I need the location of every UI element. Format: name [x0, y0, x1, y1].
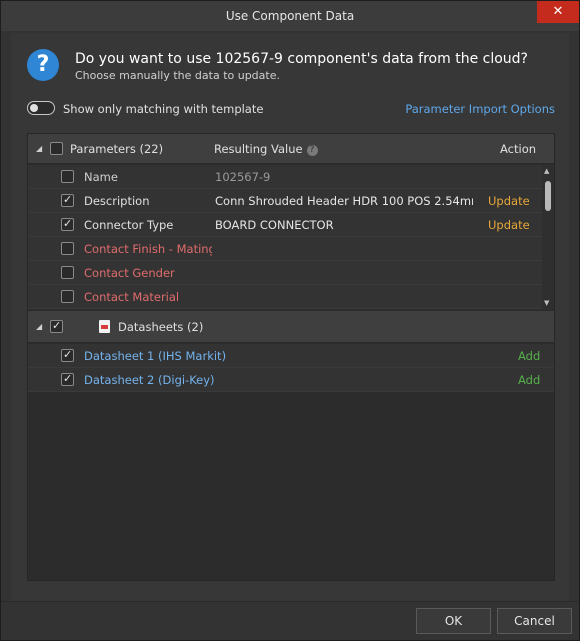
toggle-label: Show only matching with template	[63, 102, 264, 116]
parameters-group-label: Parameters (22)	[70, 142, 164, 156]
parameters-header: ◢ Parameters (22) Resulting Value? Actio…	[28, 134, 554, 164]
datasheet-checkbox[interactable]	[61, 348, 74, 362]
parameters-select-all-checkbox[interactable]	[50, 142, 63, 155]
parameter-checkbox[interactable]	[61, 217, 74, 231]
close-button[interactable]: ✕	[537, 1, 579, 23]
parameter-row[interactable]: Contact Finish - Mating	[28, 237, 542, 261]
datasheet-row[interactable]: Datasheet 1 (IHS Markit) Add	[28, 344, 554, 368]
collapse-triangle-icon[interactable]: ◢	[36, 322, 42, 331]
parameter-name: Description	[84, 194, 150, 208]
parameter-row[interactable]: Name 102567-9	[28, 165, 542, 189]
parameter-checkbox[interactable]	[61, 170, 74, 183]
toggle-knob	[30, 104, 38, 112]
parameter-checkbox[interactable]	[61, 193, 74, 207]
scroll-down-icon[interactable]: ▼	[544, 299, 549, 307]
parameter-name: Contact Material	[84, 290, 180, 304]
matching-template-toggle[interactable]	[27, 101, 55, 115]
parameter-list: Name 102567-9 Description Conn Shrouded Hea…	[28, 165, 554, 309]
component-data-panel: ◢ Parameters (22) Resulting Value? Actio…	[27, 133, 555, 581]
datasheets-header: ◢ Datasheets (2)	[28, 311, 554, 343]
datasheet-checkbox[interactable]	[61, 372, 74, 386]
help-icon[interactable]: ?	[306, 145, 318, 156]
parameter-import-options-link[interactable]: Parameter Import Options	[405, 102, 555, 116]
collapse-triangle-icon[interactable]: ◢	[36, 144, 42, 153]
title-bar[interactable]: Use Component Data ✕	[1, 1, 579, 31]
parameter-row[interactable]: Contact Material	[28, 285, 542, 309]
parameter-value: 102567-9	[215, 170, 271, 184]
parameter-value: Conn Shrouded Header HDR 100 POS 2.54mm …	[215, 194, 473, 208]
pdf-icon	[99, 320, 110, 333]
parameter-action[interactable]: Update	[488, 218, 538, 232]
prompt-subtitle: Choose manually the data to update.	[75, 69, 280, 82]
parameter-name: Contact Gender	[84, 266, 175, 280]
action-column-header: Action	[500, 142, 537, 156]
datasheets-group-label: Datasheets (2)	[118, 320, 204, 334]
dialog-window: Use Component Data ✕ ? Do you want to us…	[0, 0, 580, 641]
parameter-row[interactable]: Connector Type BOARD CONNECTOR Update	[28, 213, 542, 237]
parameter-action[interactable]: Update	[488, 194, 538, 208]
prompt-title: Do you want to use 102567-9 component's …	[75, 51, 528, 67]
parameter-scrollbar[interactable]: ▲ ▼	[542, 165, 554, 309]
dialog-content: ? Do you want to use 102567-9 component'…	[11, 33, 569, 601]
datasheet-action[interactable]: Add	[518, 349, 540, 363]
parameter-checkbox[interactable]	[61, 242, 74, 255]
datasheet-link[interactable]: Datasheet 1 (IHS Markit)	[84, 349, 226, 363]
cancel-button[interactable]: Cancel	[497, 608, 572, 634]
dialog-title: Use Component Data	[225, 9, 355, 23]
parameter-name: Name	[84, 170, 118, 184]
datasheet-link[interactable]: Datasheet 2 (Digi-Key)	[84, 373, 215, 387]
parameter-row[interactable]: Contact Gender	[28, 261, 542, 285]
ok-button[interactable]: OK	[416, 608, 491, 634]
parameter-checkbox[interactable]	[61, 266, 74, 279]
datasheet-row[interactable]: Datasheet 2 (Digi-Key) Add	[28, 368, 554, 392]
footer-divider	[1, 601, 579, 602]
parameter-name: Connector Type	[84, 218, 174, 232]
parameter-row[interactable]: Description Conn Shrouded Header HDR 100 …	[28, 189, 542, 213]
datasheets-select-all-checkbox[interactable]	[50, 319, 63, 333]
parameter-checkbox[interactable]	[61, 290, 74, 303]
scrollbar-thumb[interactable]	[545, 181, 551, 211]
parameter-value: BOARD CONNECTOR	[215, 218, 334, 232]
scroll-up-icon[interactable]: ▲	[544, 167, 549, 175]
question-icon: ?	[27, 49, 59, 81]
resulting-value-column-header: Resulting Value?	[214, 142, 318, 156]
datasheet-action[interactable]: Add	[518, 373, 540, 387]
parameter-name: Contact Finish - Mating	[84, 242, 212, 256]
